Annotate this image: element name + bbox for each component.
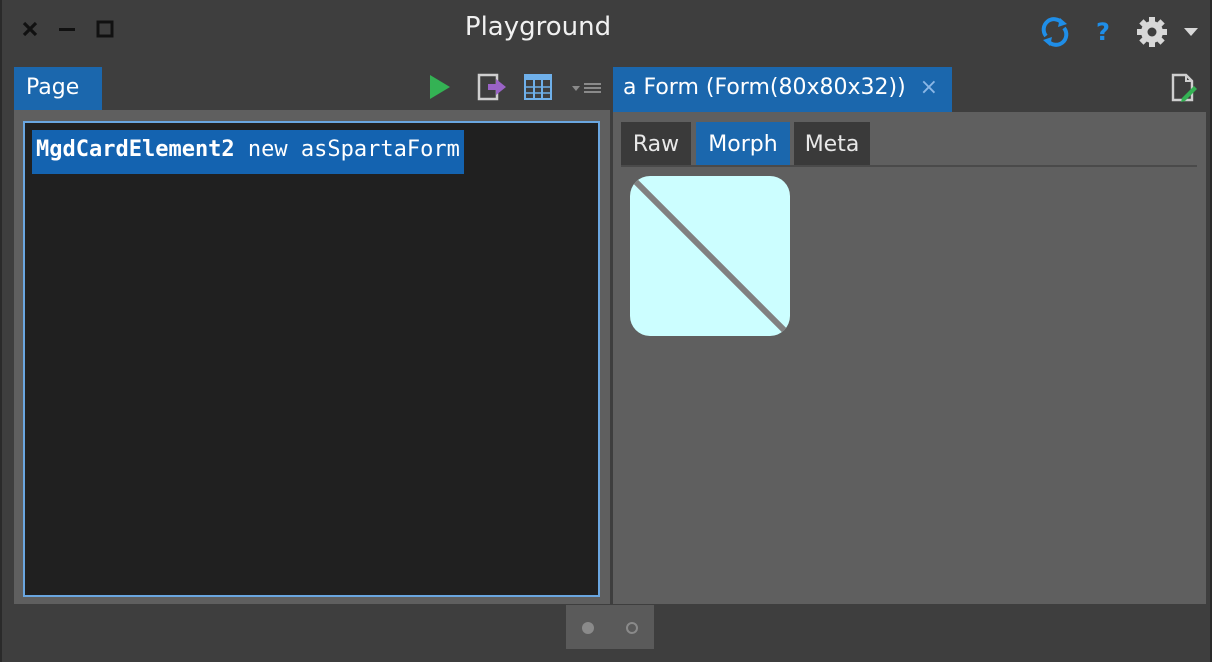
code-class-name: MgdCardElement2 <box>36 137 235 162</box>
chevron-down-icon[interactable] <box>1182 24 1200 43</box>
page-pager <box>566 605 654 649</box>
subtab-divider <box>621 165 1197 167</box>
columns-icon[interactable] <box>523 72 555 106</box>
title-bar: Playground ? <box>2 0 1210 58</box>
window-title: Playground <box>464 12 612 42</box>
tab-morph[interactable]: Morph <box>696 122 790 165</box>
pager-dot-current[interactable] <box>582 622 594 634</box>
form-preview <box>630 176 790 336</box>
tab-raw[interactable]: Raw <box>621 122 691 165</box>
edit-page-icon[interactable] <box>1168 72 1200 108</box>
export-icon[interactable] <box>476 72 508 106</box>
tab-page[interactable]: Page <box>14 67 102 110</box>
inspector-panel: Raw Morph Meta <box>613 112 1206 604</box>
gear-icon[interactable] <box>1134 14 1170 54</box>
options-menu-icon[interactable] <box>570 72 604 106</box>
inspector-tab-label: a Form (Form(80x80x32)) <box>623 75 906 100</box>
help-icon[interactable]: ? <box>1096 14 1110 50</box>
code-editor[interactable]: MgdCardElement2 new asSpartaForm <box>23 121 600 597</box>
playground-window: Playground ? Page MgdCardElement2 new as… <box>0 0 1212 662</box>
sync-icon[interactable] <box>1038 14 1072 54</box>
tab-meta[interactable]: Meta <box>794 122 870 165</box>
close-tab-icon[interactable]: × <box>920 75 938 100</box>
code-selection[interactable]: MgdCardElement2 new asSpartaForm <box>32 130 464 174</box>
tab-inspector[interactable]: a Form (Form(80x80x32)) × <box>613 67 952 112</box>
play-icon[interactable] <box>426 72 454 106</box>
code-message: new asSpartaForm <box>234 137 460 162</box>
pager-dot[interactable] <box>626 622 638 634</box>
